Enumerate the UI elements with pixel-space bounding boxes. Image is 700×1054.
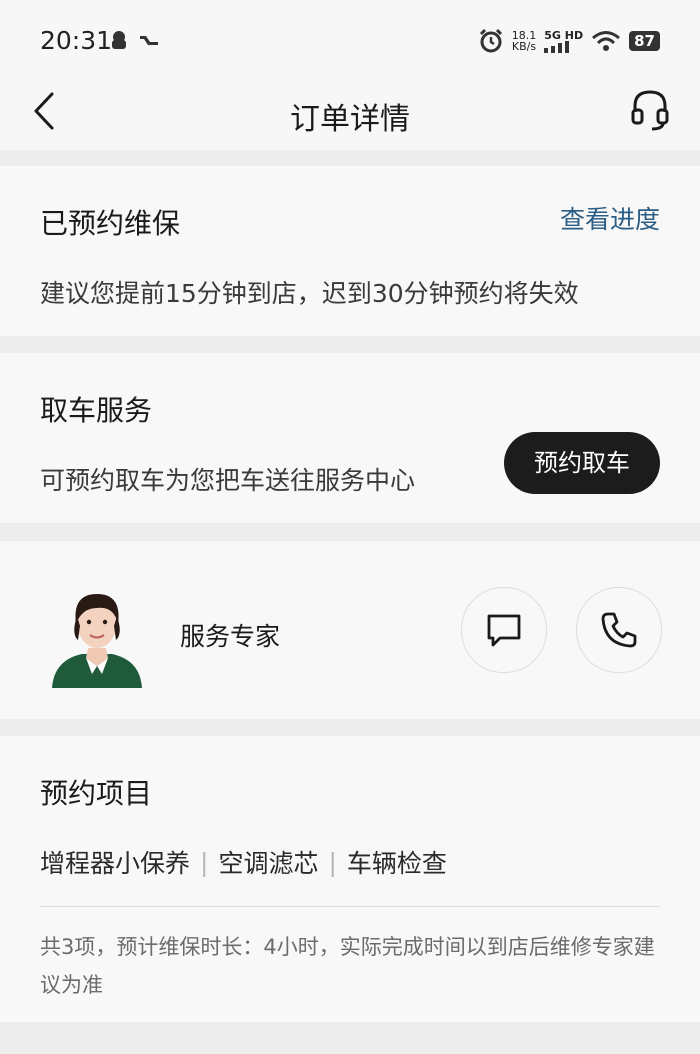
alarm-icon xyxy=(479,28,502,53)
signal: 5G HD xyxy=(544,30,583,53)
project-item: 车辆检查 xyxy=(346,849,447,878)
project-note: 共3项，预计维保时长：4小时，实际完成时间以到店后维修专家建议为准 xyxy=(40,935,655,997)
divider xyxy=(40,906,660,907)
project-items: 增程器小保养 | 空调滤芯 | 车辆检查 xyxy=(40,844,447,880)
project-item: 增程器小保养 xyxy=(40,849,191,878)
project-card: 预约项目 增程器小保养 | 空调滤芯 | 车辆检查 共3项，预计维保时长：4小时… xyxy=(0,736,700,1022)
notification-icon xyxy=(112,31,126,49)
wifi-icon xyxy=(592,31,621,51)
page-title: 订单详情 xyxy=(290,102,410,137)
expert-label: 服务专家 xyxy=(180,622,281,651)
project-item: 空调滤芯 xyxy=(218,849,319,878)
booking-status-title: 已预约维保 xyxy=(40,207,181,240)
expert-card: 服务专家 xyxy=(0,541,700,719)
booking-card: 已预约维保 查看进度 建议您提前15分钟到店，迟到30分钟预约将失效 xyxy=(0,166,700,336)
item-separator: | xyxy=(328,847,337,877)
view-progress-link[interactable]: 查看进度 xyxy=(560,200,660,236)
avatar xyxy=(52,594,142,688)
status-right: 18.1 KB/s 5G HD 87 xyxy=(478,26,660,56)
status-bar: 20:31 18.1 KB/s 5G HD 87 xyxy=(0,0,700,80)
phone-icon xyxy=(601,612,637,648)
chat-button[interactable] xyxy=(461,587,547,673)
pickup-card: 取车服务 可预约取车为您把车送往服务中心 预约取车 xyxy=(0,353,700,523)
network-speed: 18.1 KB/s xyxy=(511,29,537,53)
pickup-description: 可预约取车为您把车送往服务中心 xyxy=(40,466,416,495)
item-separator: | xyxy=(200,847,209,877)
headset-icon[interactable] xyxy=(630,88,670,132)
call-button[interactable] xyxy=(576,587,662,673)
project-title: 预约项目 xyxy=(40,777,153,810)
booking-hint: 建议您提前15分钟到店，迟到30分钟预约将失效 xyxy=(40,279,579,308)
pickup-title: 取车服务 xyxy=(40,394,153,427)
status-time: 20:31 xyxy=(40,26,113,55)
book-pickup-button[interactable]: 预约取车 xyxy=(504,432,660,494)
nav-bar: 订单详情 xyxy=(0,80,700,150)
signal-bars-icon xyxy=(544,40,570,53)
chat-icon xyxy=(487,614,521,647)
app-notification-icon xyxy=(140,36,158,45)
battery-indicator: 87 xyxy=(629,31,660,51)
